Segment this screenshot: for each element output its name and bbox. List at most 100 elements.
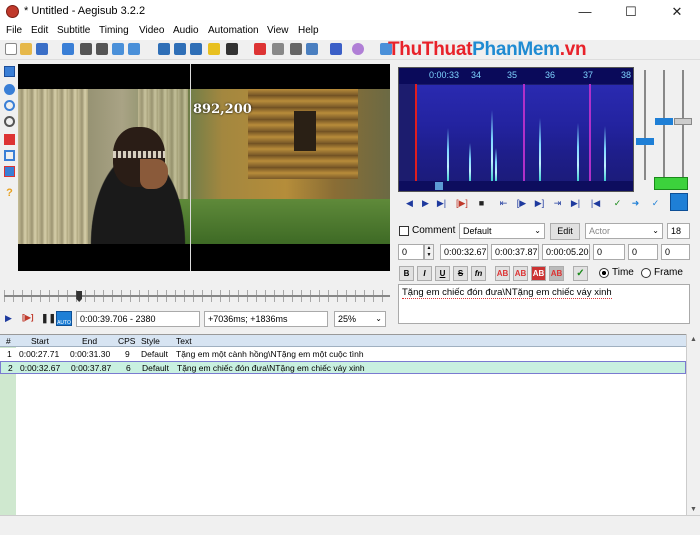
fonts-collector-icon[interactable]	[208, 43, 220, 55]
vector-clip-icon[interactable]	[4, 166, 15, 177]
attachments-icon[interactable]	[190, 43, 202, 55]
subtitle-grid[interactable]: # Start End CPS Style Text 1 0:00:27.71 …	[0, 334, 700, 516]
pause-icon[interactable]: ❚❚	[41, 313, 56, 323]
selection-end-marker[interactable]	[589, 84, 591, 183]
app-icon[interactable]	[6, 5, 19, 18]
end-time-field[interactable]: 0:00:37.87	[491, 244, 539, 260]
layer-spin-field[interactable]: 0	[398, 244, 424, 260]
auto-next-toggle-icon[interactable]	[670, 193, 688, 211]
secondary-color-button[interactable]: AB	[513, 266, 528, 281]
play-selection-begin-icon[interactable]: ▶|	[436, 198, 447, 208]
previous-line-icon[interactable]: ◀	[404, 198, 415, 208]
go-to-next-icon[interactable]: ➜	[630, 198, 641, 208]
minimize-button[interactable]: —	[562, 0, 608, 24]
play-before-icon[interactable]: ⇤	[498, 198, 509, 208]
autoscroll-toggle-icon[interactable]: AUTO	[56, 311, 72, 326]
subtitle-text-editor[interactable]: Tặng em chiếc đón đưa\NTặng em chiếc váy…	[398, 284, 690, 324]
audio-volume-thumb[interactable]	[655, 118, 673, 125]
edit-style-button[interactable]: Edit	[550, 223, 580, 240]
play-selection-icon[interactable]: [▶]	[456, 198, 468, 208]
video-position-field[interactable]: 0:00:39.706 - 2380	[76, 311, 200, 327]
assistant-icon[interactable]	[352, 43, 364, 55]
start-time-field[interactable]: 0:00:32.67	[440, 244, 488, 260]
menu-edit[interactable]: Edit	[31, 25, 48, 36]
table-row[interactable]: 1 0:00:27.71 0:00:31.30 9 Default Tặng e…	[0, 348, 686, 361]
margin-right-field[interactable]: 0	[628, 244, 658, 260]
new-file-icon[interactable]	[5, 43, 17, 55]
margin-vertical-field[interactable]: 0	[661, 244, 690, 260]
comment-checkbox[interactable]	[399, 226, 409, 236]
actor-field[interactable]: Actor ⌄	[585, 223, 663, 239]
scale-tool-icon[interactable]	[4, 134, 15, 145]
scroll-up-icon[interactable]: ▲	[690, 336, 697, 343]
video-offset-field[interactable]: +7036ms; +1836ms	[204, 311, 328, 327]
time-radio[interactable]	[599, 268, 609, 278]
auto-commit-icon[interactable]: ✓	[650, 198, 661, 208]
audio-spectrum[interactable]: 0:00:33 34 35 36 37 38	[398, 67, 634, 192]
translation-icon[interactable]	[272, 43, 284, 55]
styles-manager-icon[interactable]	[158, 43, 170, 55]
resample-icon[interactable]	[226, 43, 238, 55]
duration-field[interactable]: 0:00:05.20	[542, 244, 590, 260]
style-select[interactable]: Default ⌄	[459, 223, 545, 239]
play-to-start-icon[interactable]: |◀	[590, 198, 601, 208]
automation-icon[interactable]	[254, 43, 266, 55]
commit-icon[interactable]: ✓	[612, 198, 623, 208]
zoom-out-icon[interactable]	[96, 43, 108, 55]
menu-view[interactable]: View	[267, 25, 289, 36]
play-line-icon[interactable]: [▶]	[22, 313, 34, 323]
timing-post-icon[interactable]	[306, 43, 318, 55]
zoom-select[interactable]: 25% ⌄	[334, 311, 386, 327]
video-seek-bar[interactable]	[4, 289, 390, 303]
menu-automation[interactable]: Automation	[208, 25, 259, 36]
margin-left-field[interactable]: 0	[593, 244, 625, 260]
next-line-icon[interactable]: ▶	[420, 198, 431, 208]
rotate-z-icon[interactable]	[4, 100, 15, 111]
commit-check-icon[interactable]: ✓	[573, 266, 588, 281]
shadow-color-button[interactable]: AB	[549, 266, 564, 281]
menu-subtitle[interactable]: Subtitle	[57, 25, 90, 36]
menu-timing[interactable]: Timing	[99, 25, 129, 36]
drag-tool-icon[interactable]	[4, 84, 15, 95]
italic-button[interactable]: I	[417, 266, 432, 281]
close-button[interactable]: ✕	[654, 0, 700, 24]
primary-color-button[interactable]: AB	[495, 266, 510, 281]
zoom-in-icon[interactable]	[80, 43, 92, 55]
kanji-timer-icon[interactable]	[330, 43, 342, 55]
font-button[interactable]: fn	[471, 266, 486, 281]
maximize-button[interactable]: ☐	[608, 0, 654, 24]
audio-vertical-zoom-thumb[interactable]	[674, 118, 692, 125]
layer-field[interactable]: 18	[667, 223, 690, 239]
selection-start-marker[interactable]	[415, 84, 417, 183]
play-after-icon[interactable]: ⇥	[552, 198, 563, 208]
jump-video-icon[interactable]	[62, 43, 74, 55]
help-icon[interactable]: ?	[4, 188, 15, 199]
menu-audio[interactable]: Audio	[173, 25, 199, 36]
play-icon[interactable]: ▶	[5, 314, 13, 323]
frame-radio[interactable]	[641, 268, 651, 278]
bold-button[interactable]: B	[399, 266, 414, 281]
play-first-500-icon[interactable]: [▶	[516, 198, 527, 208]
outline-color-button[interactable]: AB	[531, 266, 546, 281]
save-icon[interactable]	[36, 43, 48, 55]
jump-start-icon[interactable]	[112, 43, 124, 55]
audio-vertical-zoom-slider[interactable]	[682, 70, 684, 180]
audio-volume-slider[interactable]	[663, 70, 665, 180]
menu-video[interactable]: Video	[139, 25, 164, 36]
stop-icon[interactable]: ■	[476, 198, 487, 208]
menu-help[interactable]: Help	[298, 25, 319, 36]
audio-zoom-thumb[interactable]	[636, 138, 654, 145]
menu-file[interactable]: File	[6, 25, 22, 36]
audio-link-toggle[interactable]	[654, 177, 688, 190]
play-last-500-icon[interactable]: ▶]	[534, 198, 545, 208]
rotate-xy-icon[interactable]	[4, 116, 15, 127]
layer-spinner[interactable]: ▲ ▼	[424, 244, 434, 260]
jump-end-icon[interactable]	[128, 43, 140, 55]
strikeout-button[interactable]: S	[453, 266, 468, 281]
spell-check-icon[interactable]	[290, 43, 302, 55]
clip-tool-icon[interactable]	[4, 150, 15, 161]
audio-zoom-slider[interactable]	[644, 70, 646, 180]
play-to-end-icon[interactable]: ▶|	[570, 198, 581, 208]
audio-scroll-thumb[interactable]	[435, 182, 443, 190]
scroll-down-icon[interactable]: ▼	[690, 506, 697, 513]
